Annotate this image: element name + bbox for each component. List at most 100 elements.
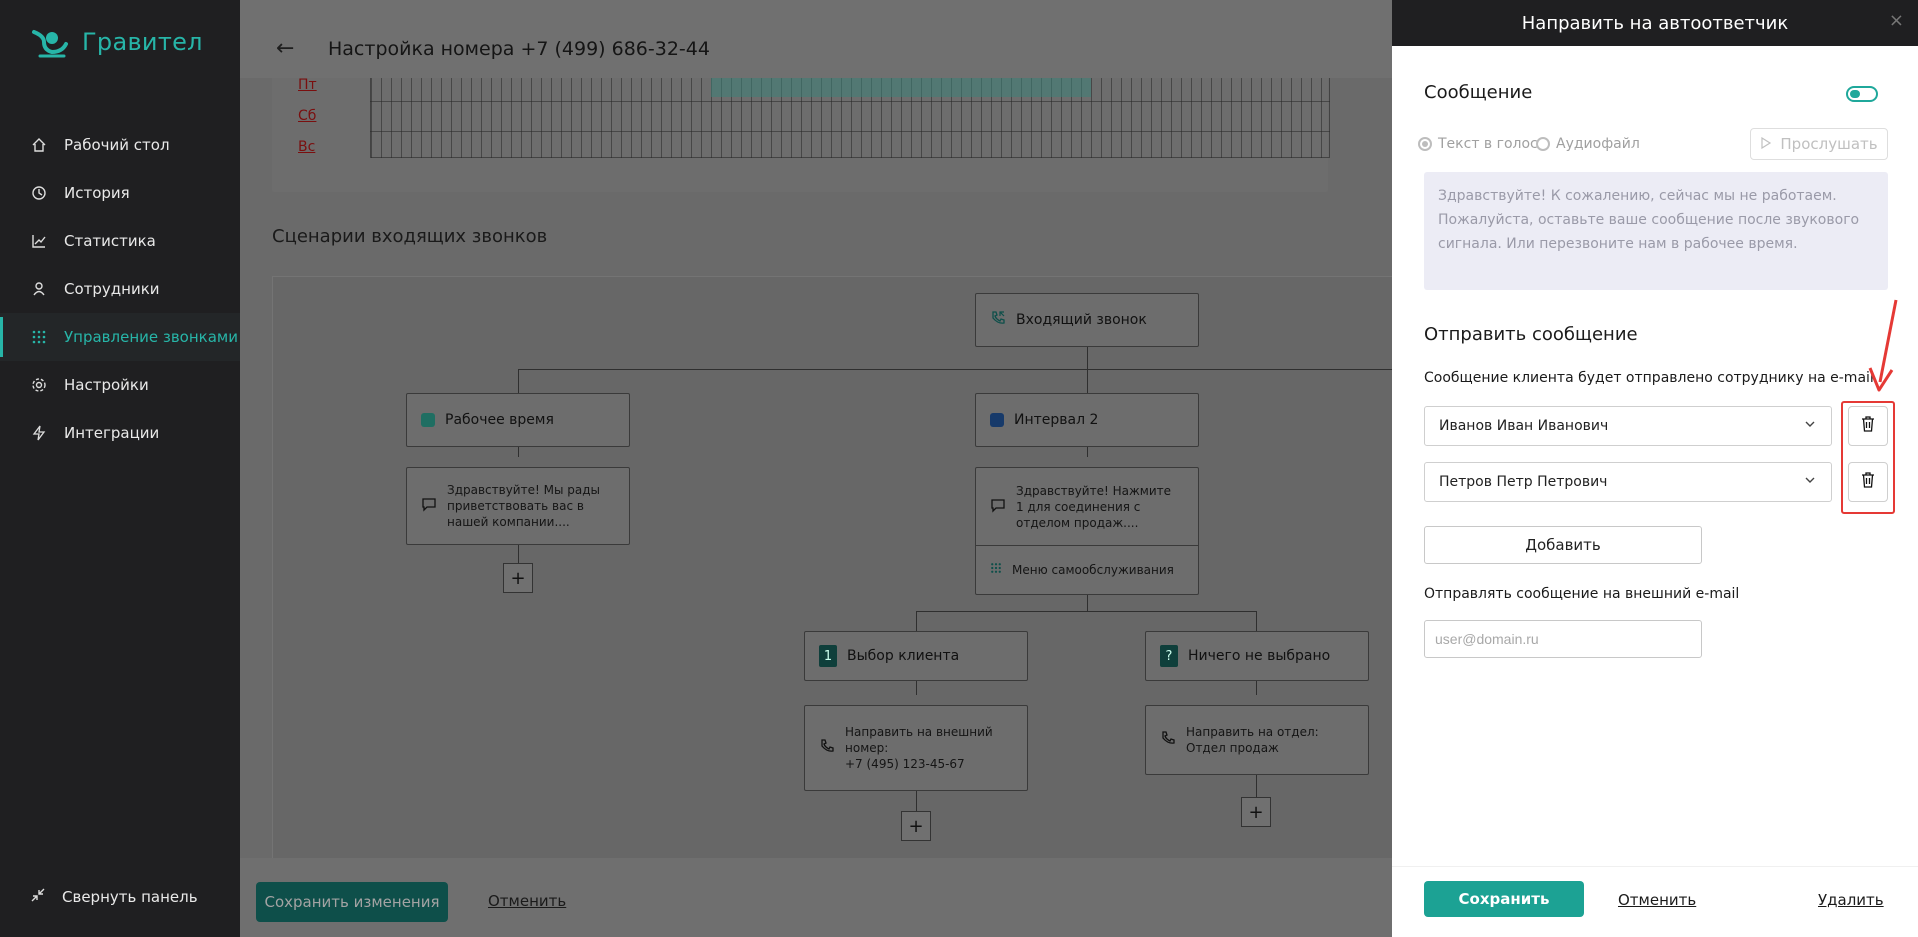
choice-unknown-badge: ? bbox=[1160, 645, 1178, 667]
schedule-grid[interactable] bbox=[370, 70, 1330, 158]
logo-text: Гравител bbox=[82, 28, 203, 56]
collapse-label: Свернуть панель bbox=[62, 888, 198, 906]
close-icon[interactable]: × bbox=[1889, 10, 1904, 31]
listen-button[interactable]: Прослушать bbox=[1750, 128, 1888, 160]
sidebar-item-integrations[interactable]: Интеграции bbox=[0, 409, 240, 457]
node-nothing-selected[interactable]: ? Ничего не выбрано bbox=[1145, 631, 1369, 681]
gear-icon bbox=[30, 376, 48, 394]
sidebar-item-settings[interactable]: Настройки bbox=[0, 361, 240, 409]
send-message-title: Отправить сообщение bbox=[1424, 324, 1638, 345]
radio-label: Текст в голос bbox=[1438, 136, 1538, 152]
send-message-description: Сообщение клиента будет отправлено сотру… bbox=[1424, 370, 1874, 386]
radio-indicator bbox=[1418, 137, 1432, 151]
day-sat[interactable]: Сб bbox=[298, 101, 317, 132]
collapse-panel-button[interactable]: Свернуть панель bbox=[30, 887, 198, 907]
message-icon bbox=[421, 496, 437, 516]
add-step-button[interactable]: + bbox=[1241, 797, 1271, 827]
sidebar-item-label: Статистика bbox=[64, 232, 156, 250]
sidebar-item-call-management[interactable]: Управление звонками bbox=[0, 313, 240, 361]
select-value: Иванов Иван Иванович bbox=[1439, 418, 1609, 434]
node-label: Рабочее время bbox=[445, 412, 554, 428]
main-content: Пт Сб Вс ← Настройка номера +7 (499) 686… bbox=[240, 0, 1392, 937]
interval-color-swatch bbox=[421, 413, 435, 427]
node-number: +7 (495) 123-45-67 bbox=[845, 757, 965, 771]
scenario-canvas: Входящий звонок Рабочее время Интервал 2… bbox=[272, 276, 1392, 876]
sidebar-item-label: Сотрудники bbox=[64, 280, 160, 298]
phone-forward-icon bbox=[819, 738, 835, 758]
employee-select-1[interactable]: Иванов Иван Иванович bbox=[1424, 406, 1832, 446]
sidebar-item-label: Управление звонками bbox=[64, 328, 238, 346]
page-header: ← Настройка номера +7 (499) 686-32-44 bbox=[240, 0, 1392, 78]
annotation-highlight-box bbox=[1841, 401, 1895, 514]
sidebar-item-label: Рабочий стол bbox=[64, 136, 170, 154]
panel-header: Направить на автоответчик × bbox=[1392, 0, 1918, 46]
radio-indicator bbox=[1536, 137, 1550, 151]
delete-link[interactable]: Удалить bbox=[1818, 891, 1884, 909]
sidebar-item-statistics[interactable]: Статистика bbox=[0, 217, 240, 265]
phone-forward-icon bbox=[1160, 730, 1176, 750]
node-greeting-1[interactable]: Здравствуйте! Мы рады приветствовать вас… bbox=[406, 467, 630, 545]
listen-label: Прослушать bbox=[1780, 135, 1878, 153]
node-work-time[interactable]: Рабочее время bbox=[406, 393, 630, 447]
history-icon bbox=[30, 184, 48, 202]
message-icon bbox=[990, 497, 1006, 517]
dialpad-icon bbox=[30, 328, 48, 346]
node-redirect-department[interactable]: Направить на отдел: Отдел продаж bbox=[1145, 705, 1369, 775]
radio-audio-file[interactable]: Аудиофайл bbox=[1536, 136, 1640, 152]
user-icon bbox=[30, 280, 48, 298]
sidebar-item-history[interactable]: История bbox=[0, 169, 240, 217]
message-textarea[interactable]: Здравствуйте! К сожалению, сейчас мы не … bbox=[1424, 172, 1888, 290]
dialpad-icon bbox=[990, 562, 1002, 578]
node-text: Направить на внешний номер: bbox=[845, 725, 993, 755]
back-arrow-icon[interactable]: ← bbox=[276, 36, 294, 61]
node-label: Интервал 2 bbox=[1014, 412, 1099, 428]
sidebar-item-employees[interactable]: Сотрудники bbox=[0, 265, 240, 313]
cancel-link[interactable]: Отменить bbox=[1618, 891, 1696, 909]
annotation-arrow-icon bbox=[1868, 299, 1898, 392]
message-section-title: Сообщение bbox=[1424, 82, 1533, 103]
add-employee-button[interactable]: Добавить bbox=[1424, 526, 1702, 564]
schedule-grid-section: Пт Сб Вс bbox=[272, 70, 1330, 192]
logo[interactable]: Гравител bbox=[30, 22, 203, 62]
day-sun[interactable]: Вс bbox=[298, 132, 317, 163]
schedule-days: Пт Сб Вс bbox=[298, 70, 317, 163]
sidebar-item-label: Интеграции bbox=[64, 424, 160, 442]
node-text: Направить на отдел: bbox=[1186, 725, 1319, 739]
sidebar-item-label: Настройки bbox=[64, 376, 149, 394]
phone-incoming-icon bbox=[990, 310, 1006, 330]
sidebar-item-desktop[interactable]: Рабочий стол bbox=[0, 121, 240, 169]
node-interval-2[interactable]: Интервал 2 bbox=[975, 393, 1199, 447]
node-label: Ничего не выбрано bbox=[1188, 648, 1331, 664]
interval-color-swatch bbox=[990, 413, 1004, 427]
node-greeting-2[interactable]: Здравствуйте! Нажмите 1 для соединения с… bbox=[975, 467, 1199, 595]
chevron-down-icon bbox=[1803, 473, 1817, 491]
sidebar-nav: Рабочий стол История Статистика Сотрудни… bbox=[0, 121, 240, 457]
node-redirect-external[interactable]: Направить на внешний номер: +7 (495) 123-… bbox=[804, 705, 1028, 791]
autoresponder-panel: Направить на автоответчик × Сообщение Те… bbox=[1392, 0, 1918, 937]
add-step-button[interactable]: + bbox=[503, 563, 533, 593]
cancel-link[interactable]: Отменить bbox=[488, 892, 566, 910]
play-icon bbox=[1760, 135, 1772, 153]
message-toggle[interactable] bbox=[1846, 86, 1878, 102]
employee-select-2[interactable]: Петров Петр Петрович bbox=[1424, 462, 1832, 502]
panel-footer: Сохранить Отменить Удалить bbox=[1392, 866, 1918, 937]
node-department: Отдел продаж bbox=[1186, 741, 1279, 755]
save-button[interactable]: Сохранить bbox=[1424, 881, 1584, 917]
home-icon bbox=[30, 136, 48, 154]
save-changes-button[interactable]: Сохранить изменения bbox=[256, 882, 448, 922]
node-incoming-call[interactable]: Входящий звонок bbox=[975, 293, 1199, 347]
main-footer: Сохранить изменения Отменить bbox=[240, 858, 1392, 937]
page-title: Настройка номера +7 (499) 686-32-44 bbox=[328, 38, 710, 60]
add-step-button[interactable]: + bbox=[901, 811, 931, 841]
logo-icon bbox=[32, 30, 68, 58]
sidebar-item-label: История bbox=[64, 184, 130, 202]
node-label: Выбор клиента bbox=[847, 648, 960, 664]
node-label: Входящий звонок bbox=[1016, 312, 1147, 328]
node-choice-client[interactable]: 1 Выбор клиента bbox=[804, 631, 1028, 681]
radio-text-to-speech[interactable]: Текст в голос bbox=[1418, 136, 1538, 152]
external-email-label: Отправлять сообщение на внешний e-mail bbox=[1424, 586, 1740, 602]
external-email-input[interactable] bbox=[1424, 620, 1702, 658]
node-text: Здравствуйте! Нажмите 1 для соединения с… bbox=[1016, 483, 1172, 530]
select-value: Петров Петр Петрович bbox=[1439, 474, 1608, 490]
scenarios-title: Сценарии входящих звонков bbox=[272, 226, 548, 247]
